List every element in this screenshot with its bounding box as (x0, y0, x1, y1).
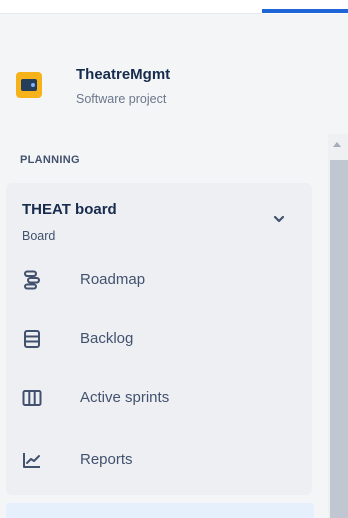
project-header[interactable]: TheatreMgmt Software project (16, 62, 316, 116)
project-avatar-icon (16, 72, 42, 98)
sidebar-item-label: Active sprints (80, 389, 170, 406)
reports-icon (23, 453, 40, 468)
backlog-icon (24, 330, 40, 348)
sidebar-item-reports[interactable]: Reports (18, 440, 308, 480)
top-divider (0, 13, 262, 14)
active-tab-indicator (262, 9, 348, 13)
scrollbar-thumb[interactable] (330, 160, 348, 518)
board-switcher-title[interactable]: THEAT board (22, 201, 117, 218)
roadmap-icon (24, 270, 40, 290)
sidebar-item-roadmap[interactable]: Roadmap (18, 260, 308, 300)
sidebar-item-label: Backlog (80, 330, 134, 347)
scroll-up-arrow-icon[interactable] (333, 142, 341, 147)
board-switcher-subtitle: Board (22, 229, 56, 243)
project-sidebar: TheatreMgmt Software project PLANNING TH… (0, 0, 348, 518)
active-sprints-icon (22, 390, 42, 406)
project-type: Software project (76, 92, 167, 106)
sidebar-item-active-sprints[interactable]: Active sprints (18, 378, 308, 418)
project-name: TheatreMgmt (76, 66, 171, 83)
sidebar-item-label: Roadmap (80, 271, 146, 288)
sidebar-item-backlog[interactable]: Backlog (18, 319, 308, 359)
sidebar-item-label: Reports (80, 451, 133, 468)
selected-sidebar-item[interactable] (6, 503, 314, 518)
project-avatar-glyph (21, 79, 37, 91)
section-label-planning: PLANNING (20, 154, 80, 166)
chevron-down-icon[interactable] (272, 212, 286, 226)
